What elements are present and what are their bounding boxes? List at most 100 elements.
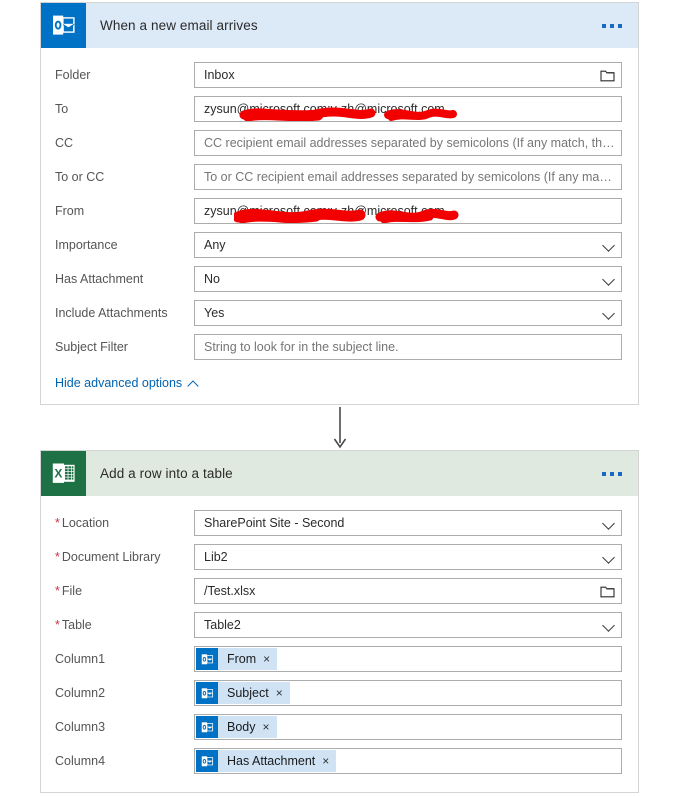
has-attachment-dropdown[interactable]: No: [194, 266, 622, 292]
ellipsis-dot: [618, 471, 622, 476]
action-card-header[interactable]: X Add a row into a table: [41, 451, 638, 496]
field-row-location: * Location SharePoint Site - Second: [55, 506, 622, 540]
to-or-cc-placeholder: To or CC recipient email addresses separ…: [204, 170, 615, 184]
to-value: zysun@microsoft.com;v-zh@microsoft.com: [204, 102, 445, 116]
field-row-column2: Column2 Subject ×: [55, 676, 622, 710]
folder-input[interactable]: Inbox: [194, 62, 622, 88]
field-label-location-text: Location: [61, 516, 110, 530]
chevron-down-icon[interactable]: [598, 552, 615, 563]
file-input[interactable]: /Test.xlsx: [194, 578, 622, 604]
column2-input[interactable]: Subject ×: [194, 680, 622, 706]
subject-filter-input[interactable]: String to look for in the subject line.: [194, 334, 622, 360]
trigger-card-body: Folder Inbox To zysun@microsoft.com;v-zh…: [41, 48, 638, 404]
field-label-location: * Location: [55, 516, 194, 530]
chevron-down-icon[interactable]: [598, 518, 615, 529]
include-attachments-dropdown[interactable]: Yes: [194, 300, 622, 326]
field-label-to: To: [55, 102, 69, 116]
field-label-column1: Column1: [55, 652, 106, 666]
folder-picker-icon[interactable]: [594, 69, 615, 82]
column3-input[interactable]: Body ×: [194, 714, 622, 740]
to-value-redacted: zysun@microsoft.com;v-zh@microsoft.com: [204, 102, 457, 121]
field-row-include-attachments: Include Attachments Yes: [55, 296, 622, 330]
chevron-down-icon[interactable]: [598, 308, 615, 319]
hide-advanced-options-label: Hide advanced options: [55, 376, 183, 390]
field-label-folder: Folder: [55, 68, 91, 82]
svg-text:X: X: [54, 466, 62, 480]
location-value: SharePoint Site - Second: [204, 516, 345, 530]
from-input[interactable]: zysun@microsoft.com;v-zh@microsoft.com: [194, 198, 622, 224]
remove-token-icon[interactable]: ×: [322, 755, 329, 767]
field-label-file-text: File: [61, 584, 83, 598]
trigger-card-title: When a new email arrives: [100, 18, 258, 33]
field-label-column4: Column4: [55, 754, 106, 768]
trigger-card: When a new email arrives Folder Inbox To…: [40, 2, 639, 405]
required-asterisk: *: [55, 516, 60, 530]
field-label-has-attachment: Has Attachment: [55, 272, 144, 286]
hide-advanced-options-link[interactable]: Hide advanced options: [55, 376, 199, 390]
location-dropdown[interactable]: SharePoint Site - Second: [194, 510, 622, 536]
chevron-down-icon[interactable]: [598, 240, 615, 251]
column4-input[interactable]: Has Attachment ×: [194, 748, 622, 774]
outlook-icon: [196, 750, 218, 772]
field-label-cc: CC: [55, 136, 74, 150]
folder-picker-icon[interactable]: [594, 585, 615, 598]
remove-token-icon[interactable]: ×: [276, 687, 283, 699]
outlook-icon: [196, 682, 218, 704]
field-label-from: From: [55, 204, 85, 218]
field-label-column2: Column2: [55, 686, 106, 700]
field-label-table: * Table: [55, 618, 194, 632]
field-row-cc: CC CC recipient email addresses separate…: [55, 126, 622, 160]
dynamic-content-token[interactable]: Has Attachment ×: [196, 750, 337, 772]
required-asterisk: *: [55, 584, 60, 598]
field-row-column4: Column4 Has Attachment ×: [55, 744, 622, 778]
importance-value: Any: [204, 238, 226, 252]
trigger-card-menu-button[interactable]: [602, 23, 622, 28]
field-row-file: * File /Test.xlsx: [55, 574, 622, 608]
column1-input[interactable]: From ×: [194, 646, 622, 672]
field-label-document-library: * Document Library: [55, 550, 194, 564]
excel-icon: X: [41, 451, 86, 496]
table-value: Table2: [204, 618, 241, 632]
cc-input[interactable]: CC recipient email addresses separated b…: [194, 130, 622, 156]
ellipsis-dot: [618, 23, 622, 28]
remove-token-icon[interactable]: ×: [263, 653, 270, 665]
outlook-icon: [196, 716, 218, 738]
chevron-down-icon[interactable]: [598, 274, 615, 285]
field-row-from: From zysun@microsoft.com;v-zh@microsoft.…: [55, 194, 622, 228]
dynamic-content-token[interactable]: From ×: [196, 648, 278, 670]
required-asterisk: *: [55, 618, 60, 632]
flow-connector-arrow: [332, 407, 348, 451]
table-dropdown[interactable]: Table2: [194, 612, 622, 638]
down-arrow-icon: [333, 407, 347, 449]
field-label-to-or-cc: To or CC: [55, 170, 105, 184]
ellipsis-dot: [610, 471, 614, 476]
subject-filter-placeholder: String to look for in the subject line.: [204, 340, 399, 354]
token-label: Subject: [227, 686, 269, 700]
action-card-body: * Location SharePoint Site - Second * Docu…: [41, 496, 638, 792]
field-label-table-text: Table: [61, 618, 92, 632]
chevron-down-icon[interactable]: [598, 620, 615, 631]
field-row-to: To zysun@microsoft.com;v-zh@microsoft.co…: [55, 92, 622, 126]
dynamic-content-token[interactable]: Body ×: [196, 716, 277, 738]
document-library-dropdown[interactable]: Lib2: [194, 544, 622, 570]
field-label-subject-filter: Subject Filter: [55, 340, 128, 354]
field-row-has-attachment: Has Attachment No: [55, 262, 622, 296]
dynamic-content-token[interactable]: Subject ×: [196, 682, 290, 704]
field-row-column3: Column3 Body ×: [55, 710, 622, 744]
remove-token-icon[interactable]: ×: [263, 721, 270, 733]
include-attachments-value: Yes: [204, 306, 225, 320]
file-value: /Test.xlsx: [204, 584, 256, 598]
token-label: From: [227, 652, 257, 666]
ellipsis-dot: [610, 23, 614, 28]
action-card-menu-button[interactable]: [602, 471, 622, 476]
trigger-card-header[interactable]: When a new email arrives: [41, 3, 638, 48]
to-input[interactable]: zysun@microsoft.com;v-zh@microsoft.com: [194, 96, 622, 122]
chevron-up-icon: [188, 379, 199, 388]
to-or-cc-input[interactable]: To or CC recipient email addresses separ…: [194, 164, 622, 190]
required-asterisk: *: [55, 550, 60, 564]
field-row-document-library: * Document Library Lib2: [55, 540, 622, 574]
document-library-value: Lib2: [204, 550, 228, 564]
importance-dropdown[interactable]: Any: [194, 232, 622, 258]
field-row-to-or-cc: To or CC To or CC recipient email addres…: [55, 160, 622, 194]
field-row-subject-filter: Subject Filter String to look for in the…: [55, 330, 622, 364]
